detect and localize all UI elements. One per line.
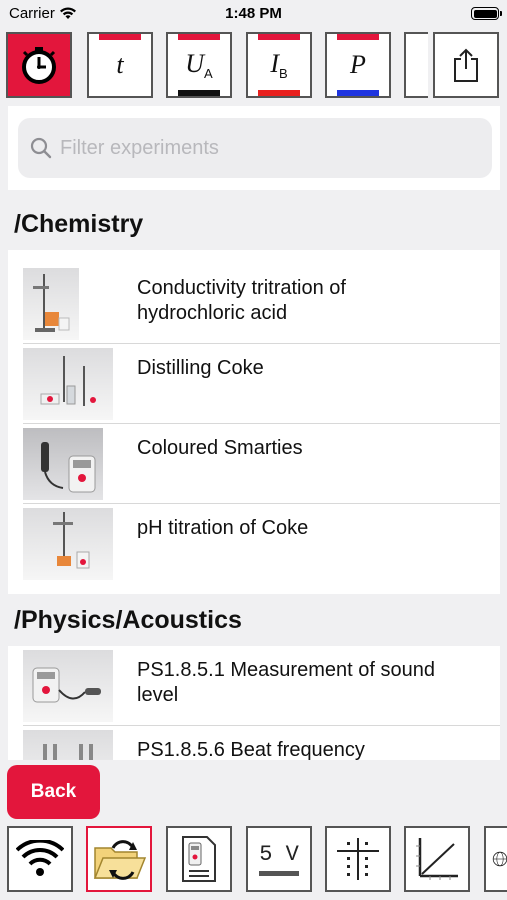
section-header: /Physics/Acoustics xyxy=(8,594,500,646)
channel-button-voltage[interactable]: UA xyxy=(166,32,232,98)
list-item[interactable]: PS1.8.5.6 Beat frequency xyxy=(8,726,500,760)
wifi-icon xyxy=(16,840,64,876)
experiment-title: PS1.8.5.6 Beat frequency xyxy=(137,739,365,760)
list-item[interactable]: Conductivity tritration of hydrochloric … xyxy=(8,264,500,344)
channel-series-color xyxy=(337,90,379,96)
voltage-label: 5 V xyxy=(259,842,299,867)
list-spacer xyxy=(8,250,500,264)
timer-button[interactable] xyxy=(6,32,72,98)
titration-setup-image xyxy=(23,268,79,340)
sound-sensor-image xyxy=(23,650,113,722)
channel-button-partial[interactable] xyxy=(404,32,428,98)
channel-color-bar xyxy=(337,34,379,40)
experiment-title: PS1.8.5.1 Measurement of sound level xyxy=(137,659,435,706)
open-folder-sync-icon xyxy=(93,840,147,880)
search-icon xyxy=(30,137,52,159)
table-grid-icon xyxy=(337,838,379,880)
filter-field[interactable] xyxy=(18,118,492,178)
channel-symbol: IB xyxy=(270,48,288,82)
channel-symbol: t xyxy=(116,50,124,79)
experiment-title: pH titration of Coke xyxy=(137,517,309,539)
list-item[interactable]: Coloured Smarties xyxy=(8,424,500,504)
channel-button-time[interactable]: t xyxy=(87,32,153,98)
ph-titration-image xyxy=(23,508,113,580)
list-item[interactable]: PS1.8.5.1 Measurement of sound level xyxy=(8,646,500,726)
experiment-title: Distilling Coke xyxy=(137,357,264,379)
clock: 1:48 PM xyxy=(225,5,282,22)
experiment-list[interactable]: /Chemistry Conductivity tritration of hy… xyxy=(8,198,500,760)
voltage-source-button[interactable]: 5 V xyxy=(246,826,312,892)
filter-container xyxy=(8,106,500,190)
sensor-info-button[interactable] xyxy=(166,826,232,892)
section-header: /Chemistry xyxy=(8,198,500,250)
channel-color-bar xyxy=(99,34,141,40)
open-experiment-button[interactable] xyxy=(86,826,152,892)
graph-plot-icon xyxy=(416,838,458,880)
globe-icon xyxy=(492,851,507,867)
channel-symbol: P xyxy=(350,50,366,79)
list-item[interactable]: Distilling Coke xyxy=(8,344,500,424)
experiment-title: Coloured Smarties xyxy=(137,437,303,459)
graph-view-button[interactable] xyxy=(404,826,470,892)
channel-toolbar: t UA IB P xyxy=(0,28,507,104)
sensor-device-image xyxy=(23,428,103,500)
channel-button-current[interactable]: IB xyxy=(246,32,312,98)
stopwatch-icon xyxy=(22,47,56,84)
distilling-setup-image xyxy=(23,348,113,420)
filter-input[interactable] xyxy=(60,136,460,160)
share-button[interactable] xyxy=(433,32,499,98)
back-button[interactable]: Back xyxy=(7,765,100,819)
globe-button[interactable] xyxy=(484,826,507,892)
channel-button-power[interactable]: P xyxy=(325,32,391,98)
channel-series-color xyxy=(178,90,220,96)
channel-symbol: UA xyxy=(185,48,213,82)
voltage-bar xyxy=(259,871,299,876)
table-view-button[interactable] xyxy=(325,826,391,892)
share-icon xyxy=(454,48,478,82)
channel-color-bar xyxy=(258,34,300,40)
experiment-title: Conductivity tritration of hydrochloric … xyxy=(137,277,346,324)
sensor-document-icon xyxy=(182,836,216,882)
status-bar: Carrier 1:48 PM xyxy=(0,0,507,28)
channel-color-bar xyxy=(178,34,220,40)
wifi-button[interactable] xyxy=(7,826,73,892)
list-spacer xyxy=(8,584,500,594)
list-item[interactable]: pH titration of Coke xyxy=(8,504,500,584)
bottom-toolbar: 5 V xyxy=(0,824,507,900)
battery-icon xyxy=(471,7,502,20)
tuning-forks-image xyxy=(23,730,113,760)
channel-series-color xyxy=(258,90,300,96)
